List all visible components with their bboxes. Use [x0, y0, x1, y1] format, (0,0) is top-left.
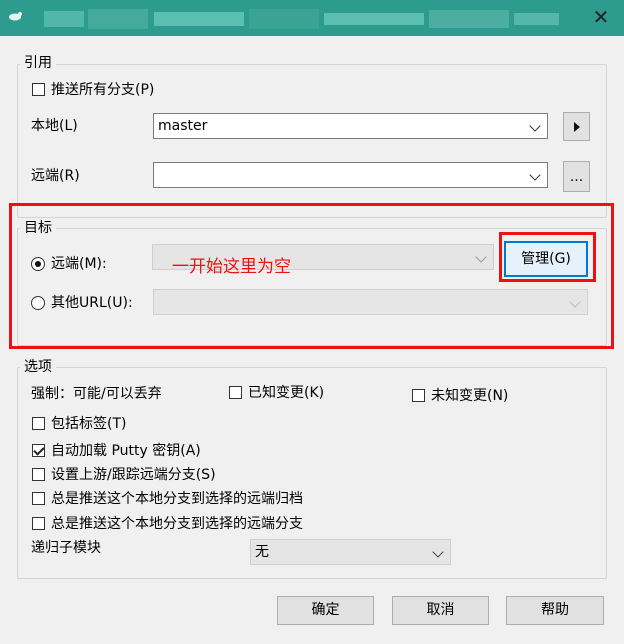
push-all-branches-label[interactable]: 推送所有分支(P) [51, 81, 154, 99]
include-tags-checkbox[interactable] [32, 417, 45, 430]
push-all-branches-checkbox[interactable] [32, 83, 45, 96]
remote-ref-combo[interactable] [153, 162, 548, 188]
unknown-changes-label[interactable]: 未知变更(N) [431, 387, 508, 405]
known-changes-label[interactable]: 已知变更(K) [248, 384, 324, 402]
ok-button-label: 确定 [311, 602, 340, 618]
local-branch-combo[interactable]: master [153, 113, 548, 139]
always-push-branch-label[interactable]: 总是推送这个本地分支到选择的远端分支 [51, 515, 303, 533]
always-push-branch-checkbox[interactable] [32, 517, 45, 530]
remote-ref-label: 远端(R) [31, 168, 80, 184]
set-upstream-checkbox[interactable] [32, 468, 45, 481]
recurse-submodules-combo[interactable]: 无 [250, 539, 451, 565]
chevron-down-icon [432, 546, 444, 558]
window-title-blurred [44, 9, 559, 29]
cancel-button[interactable]: 取消 [392, 596, 489, 625]
help-button[interactable]: 帮助 [506, 596, 604, 625]
chevron-down-icon [529, 120, 541, 132]
recurse-submodules-value: 无 [255, 544, 269, 560]
recurse-submodules-label: 递归子模块 [31, 540, 101, 556]
force-label: 强制：可能/可以丢弃 [31, 386, 162, 402]
local-branch-value: master [158, 118, 208, 134]
chevron-down-icon [529, 169, 541, 181]
known-changes-checkbox[interactable] [229, 386, 242, 399]
close-icon: ✕ [592, 5, 610, 29]
always-push-archive-label[interactable]: 总是推送这个本地分支到选择的远端归档 [51, 490, 303, 508]
autoload-putty-checkbox[interactable] [32, 444, 45, 457]
options-group-title: 选项 [20, 358, 56, 376]
dialog-client: 引用 推送所有分支(P) 本地(L) master 远端(R) ... 目标 远… [0, 36, 624, 644]
browse-button-label: ... [569, 169, 584, 185]
local-label: 本地(L) [31, 118, 78, 134]
help-button-label: 帮助 [541, 602, 569, 618]
set-upstream-label[interactable]: 设置上游/跟踪远端分支(S) [51, 466, 216, 484]
local-go-button[interactable] [563, 112, 590, 141]
close-button[interactable]: ✕ [578, 0, 624, 36]
cancel-button-label: 取消 [426, 602, 455, 618]
play-arrow-icon [574, 122, 580, 132]
app-icon [9, 12, 22, 21]
always-push-archive-checkbox[interactable] [32, 492, 45, 505]
autoload-putty-label[interactable]: 自动加载 Putty 密钥(A) [51, 442, 201, 460]
ok-button[interactable]: 确定 [277, 596, 374, 625]
title-bar: ✕ [0, 0, 624, 36]
annotation-highlight-manage [499, 232, 596, 282]
include-tags-label[interactable]: 包括标签(T) [51, 415, 126, 433]
browse-button[interactable]: ... [563, 161, 590, 192]
unknown-changes-checkbox[interactable] [412, 389, 425, 402]
refs-group-title: 引用 [20, 54, 56, 72]
